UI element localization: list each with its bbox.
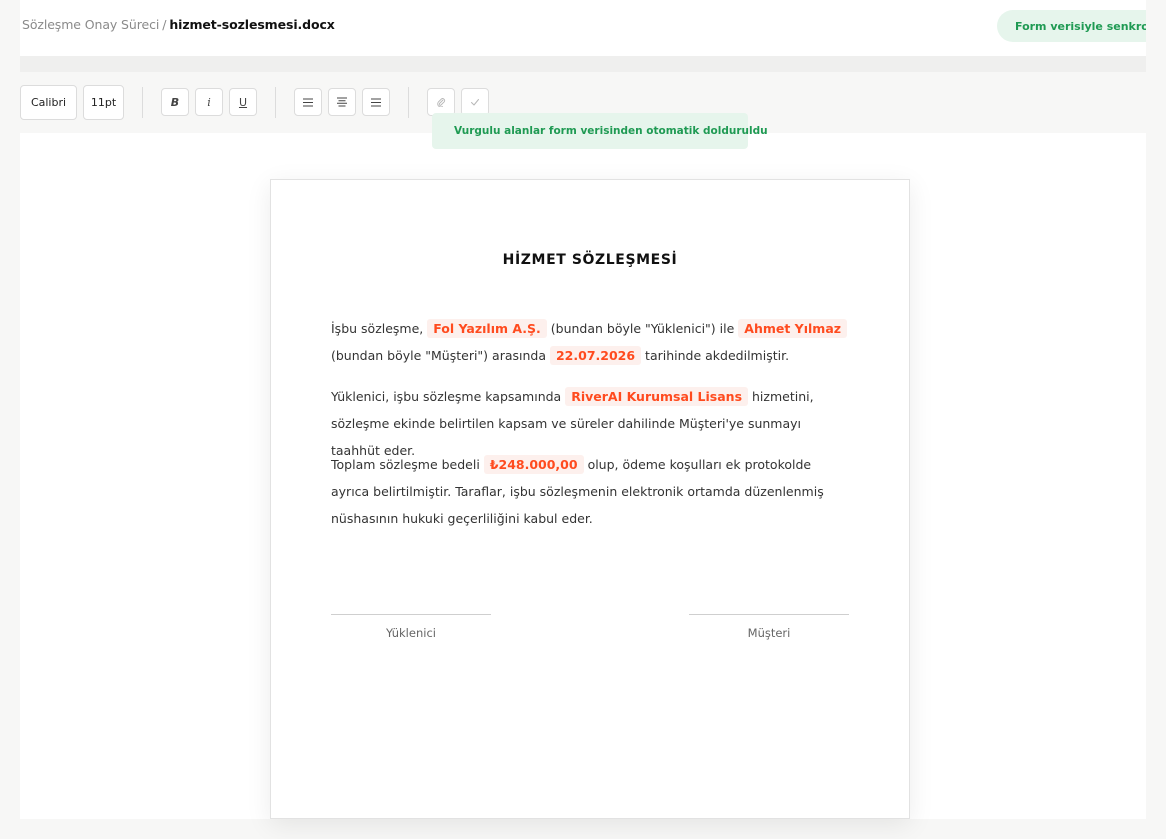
- toolbar-divider: [408, 87, 409, 118]
- breadcrumb-current-file: hizmet-sozlesmesi.docx: [169, 17, 335, 32]
- align-left-icon: [303, 98, 313, 106]
- field-contractor[interactable]: Fol Yazılım A.Ş.: [427, 319, 547, 338]
- check-icon: [471, 99, 479, 106]
- align-left-button[interactable]: [294, 88, 322, 116]
- align-center-icon: [337, 97, 347, 107]
- paragraph-parties: İşbu sözleşme, Fol Yazılım A.Ş. (bundan …: [331, 315, 851, 369]
- signature-line-customer: [689, 614, 849, 615]
- underline-button[interactable]: U: [229, 88, 257, 116]
- text-run: İşbu sözleşme,: [331, 321, 424, 336]
- autofill-notice-text: Vurgulu alanlar form verisinden otomatik…: [454, 125, 768, 137]
- autofill-notice: Vurgulu alanlar form verisinden otomatik…: [432, 113, 768, 149]
- align-justify-button[interactable]: [362, 88, 390, 116]
- paperclip-icon: [437, 98, 446, 107]
- document-title: HİZMET SÖZLEŞMESİ: [502, 252, 678, 268]
- toolbar-divider: [275, 87, 276, 118]
- check-button[interactable]: [461, 88, 489, 116]
- align-center-button[interactable]: [328, 88, 356, 116]
- align-justify-icon: [371, 98, 381, 106]
- field-amount[interactable]: ₺248.000,00: [483, 455, 584, 474]
- paragraph-payment: Toplam sözleşme bedeli ₺248.000,00 olup,…: [331, 451, 851, 532]
- bold-button[interactable]: B: [161, 88, 189, 116]
- header-divider-band: [20, 56, 1146, 72]
- font-family-select[interactable]: Calibri: [20, 85, 77, 120]
- text-run: Toplam sözleşme bedeli: [331, 457, 480, 472]
- field-customer[interactable]: Ahmet Yılmaz: [738, 319, 848, 338]
- toolbar-divider: [142, 87, 143, 118]
- font-size-select[interactable]: 11pt: [83, 85, 124, 120]
- breadcrumb: Sözleşme Onay Süreci / hizmet-sozlesmesi.d…: [22, 17, 335, 32]
- breadcrumb-parent[interactable]: Sözleşme Onay Süreci: [22, 17, 159, 32]
- document-page[interactable]: HİZMET SÖZLEŞMESİ İşbu sözleşme, Fol Yaz…: [270, 179, 910, 819]
- italic-button[interactable]: i: [195, 88, 223, 116]
- attach-button[interactable]: [427, 88, 455, 116]
- signature-label-contractor: Yüklenici: [386, 626, 436, 640]
- text-run: (bundan böyle "Müşteri") arasında: [331, 348, 546, 363]
- text-run: (bundan böyle "Yüklenici") ile: [550, 321, 735, 336]
- field-service[interactable]: RiverAI Kurumsal Lisans: [565, 387, 749, 406]
- text-run: Yüklenici, işbu sözleşme kapsamında: [331, 389, 562, 404]
- breadcrumb-separator: /: [162, 17, 167, 32]
- signature-label-customer: Müşteri: [747, 626, 791, 640]
- signature-line-contractor: [331, 614, 491, 615]
- text-run: tarihinde akdedilmiştir.: [645, 348, 790, 363]
- sync-status-badge: Form verisiyle senkron: [997, 10, 1146, 42]
- sync-status-label: Form verisiyle senkron: [1015, 19, 1146, 33]
- field-date[interactable]: 22.07.2026: [549, 346, 642, 365]
